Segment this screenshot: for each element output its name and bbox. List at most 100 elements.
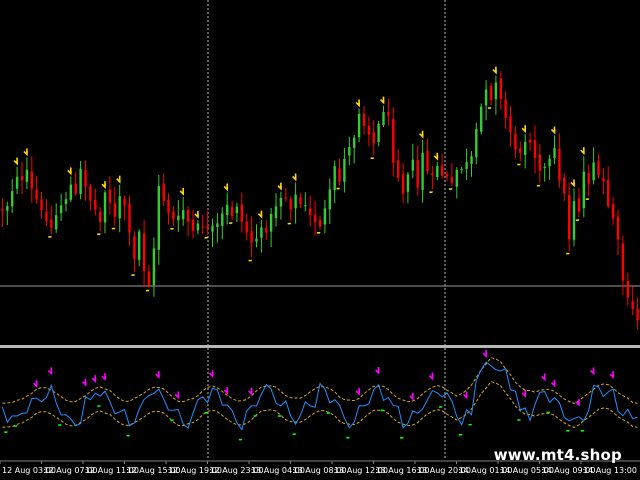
candle-body [362,113,366,126]
subwindow-arrows-layer [4,350,614,441]
candle [74,172,77,196]
candle-body [587,173,590,184]
candle-body [548,158,551,167]
candle-body [79,168,82,195]
candle [504,91,507,129]
candle-body [191,220,195,231]
sub-down-arrow-icon [223,387,229,395]
candle-body [392,119,395,163]
candle-body [152,248,156,286]
candle [548,154,551,180]
candle [108,176,112,215]
candle-body [226,204,229,216]
candle-body [411,159,414,171]
candle-body [445,174,449,177]
sell-arrow-icon [194,210,199,219]
candle [611,197,615,226]
candle [397,149,400,182]
candle [465,148,468,180]
candle-body [611,204,615,219]
candle-body [563,177,566,194]
candle-body [401,174,405,194]
chart-svg[interactable]: 12 Aug 03:0012 Aug 07:0012 Aug 11:0012 A… [0,0,640,480]
subwindow-separator[interactable] [0,345,640,348]
candle-body [519,148,522,153]
candle [543,162,546,182]
candle [20,162,24,195]
sub-down-arrow-icon [248,387,253,396]
candle [445,170,449,182]
candle-body [1,209,4,211]
time-label: 14 Aug 13:00 [583,466,637,475]
candle [377,121,380,147]
candle-body [123,198,126,206]
candle [592,147,595,185]
candle-body [55,215,58,230]
candle [328,178,331,224]
candle-body [69,184,72,200]
candle [587,164,590,197]
candle-body [426,150,429,172]
candle-body [597,161,600,175]
candle-body [514,133,517,150]
candle-body [30,171,33,189]
candle-body [338,168,341,182]
candle [616,210,620,256]
candle [191,209,195,239]
candle [265,220,268,241]
sell-arrow-icon [433,152,439,161]
candle [152,237,156,297]
candle [460,166,463,174]
candle [436,161,439,181]
sub-down-arrow-icon [47,367,53,376]
candle [186,206,190,237]
candle [494,75,498,115]
candle [382,105,385,127]
candle [245,213,248,241]
candle-body [416,160,419,188]
sub-down-arrow-icon [428,372,434,381]
candle-body [460,169,463,171]
candle-body [323,208,327,225]
candle-body [504,99,507,118]
candle [572,188,576,247]
candle [25,157,29,189]
candle-body [206,225,209,229]
sell-arrow-icon [67,167,72,176]
candle [489,82,493,105]
candle-body [74,183,77,194]
candle [333,160,336,204]
candle-body [201,226,204,228]
candle [84,160,87,201]
candle-body [367,125,371,135]
sell-arrow-icon [521,125,527,134]
candle-body [304,205,307,207]
candle [6,201,9,226]
candle-body [216,223,219,227]
candle [519,141,522,162]
candle-body [64,199,68,204]
candle-body [89,185,92,201]
subwindow-oscillator-layer [1,361,638,431]
candle [304,192,307,212]
candle [59,193,63,221]
sub-down-arrow-icon [91,375,97,384]
sell-arrow-icon [23,148,28,157]
sub-down-arrow-icon [375,366,380,375]
candle [172,206,175,226]
candle [607,166,610,209]
candle [230,200,234,221]
sub-down-arrow-icon [355,387,360,396]
candle [553,135,556,165]
candle-body [538,154,541,171]
candle-body [255,238,258,242]
candle-body [235,206,239,214]
candle-body [621,243,625,281]
candle [274,193,278,227]
candle [1,198,4,227]
candle [367,117,371,147]
chart-window[interactable]: 12 Aug 03:00 12 Aug 07:00 12 Aug 11:00 12 A… [0,0,640,480]
candle [11,178,14,213]
candle-body [343,158,346,182]
candle-body [240,204,243,222]
